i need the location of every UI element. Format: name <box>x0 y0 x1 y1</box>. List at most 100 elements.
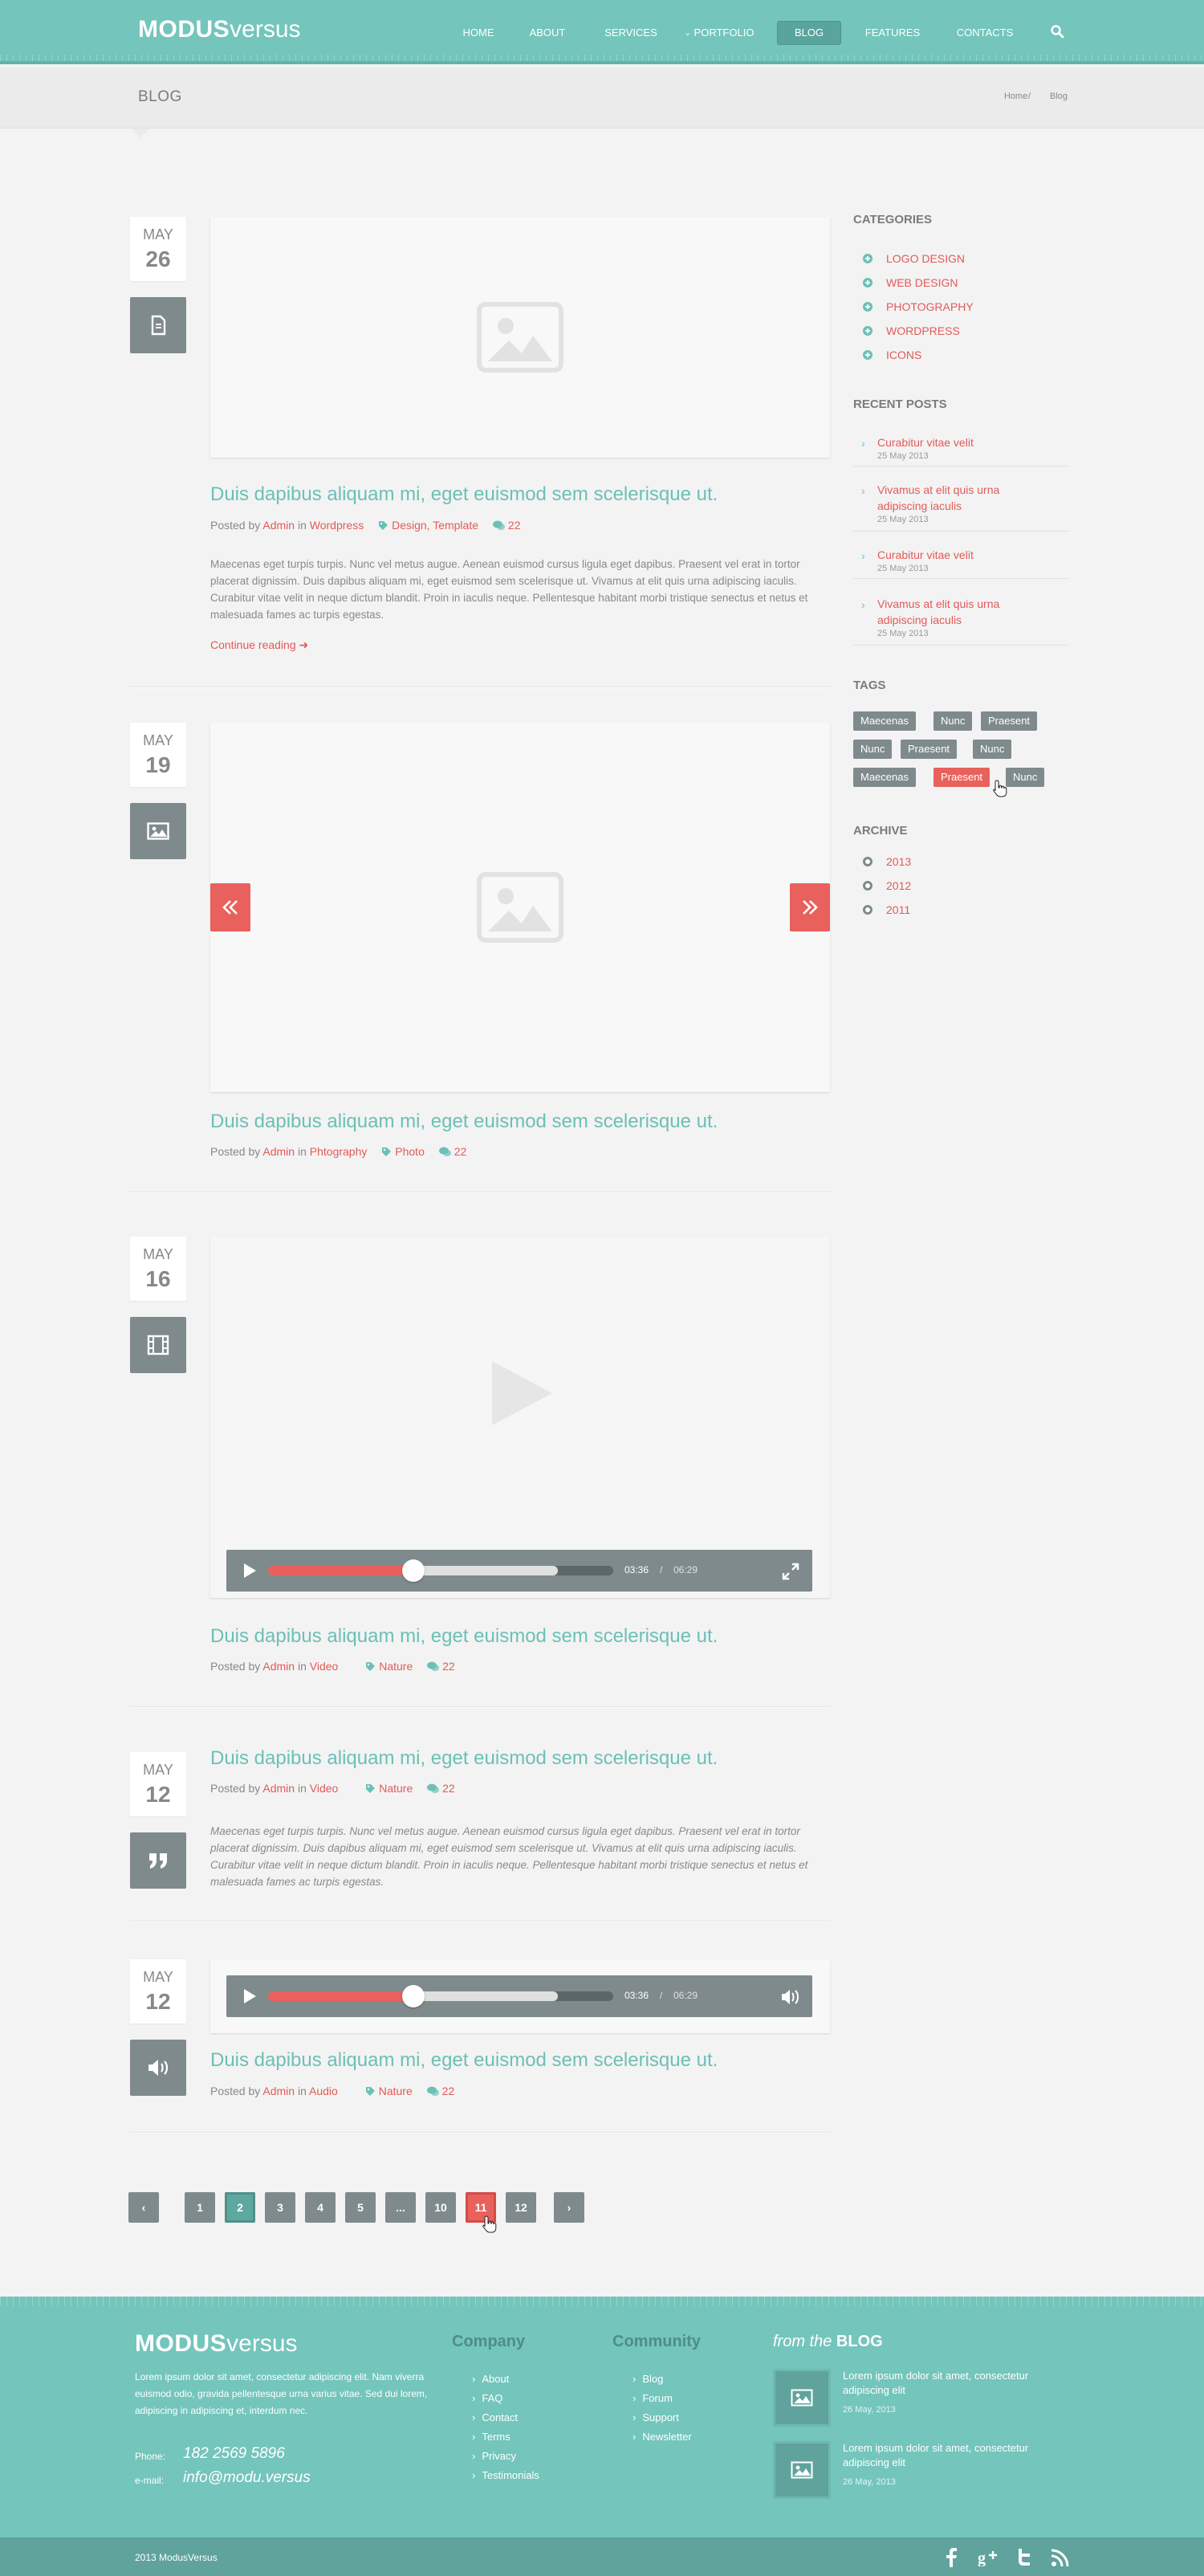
video-progress-bar[interactable] <box>268 1559 613 1582</box>
post-comments-link[interactable]: 22 <box>508 519 521 532</box>
fullscreen-icon[interactable] <box>782 1563 799 1580</box>
nav-contacts[interactable]: CONTACTS <box>950 21 1019 45</box>
post-title[interactable]: Duis dapibus aliquam mi, eget euismod se… <box>210 483 718 507</box>
tag-button[interactable]: Maecenas <box>853 711 916 731</box>
pagination-prev-button[interactable]: ‹ <box>128 2192 159 2223</box>
progress-handle[interactable] <box>401 1559 425 1582</box>
blog-thumbnail[interactable] <box>773 2441 831 2499</box>
footer-link[interactable]: Newsletter <box>633 2431 691 2443</box>
footer-link[interactable]: FAQ <box>472 2392 502 2404</box>
category-link[interactable]: PHOTOGRAPHY <box>863 300 974 314</box>
tag-button[interactable]: Nunc <box>853 740 893 759</box>
search-icon[interactable] <box>1050 24 1064 39</box>
tag-button[interactable]: Nunc <box>1006 768 1045 787</box>
nav-blog[interactable]: BLOG <box>777 21 841 45</box>
tag-button[interactable]: Nunc <box>934 711 973 731</box>
nav-home[interactable]: HOME <box>454 21 502 45</box>
post-tags-link[interactable]: Nature <box>379 1660 413 1673</box>
post-tags-link[interactable]: Nature <box>379 1782 413 1795</box>
page-10-button[interactable]: 10 <box>425 2192 456 2223</box>
recent-post-link[interactable]: Vivamus at elit quis urna adipiscing iac… <box>877 596 1038 628</box>
play-icon[interactable] <box>242 1563 257 1579</box>
post-category-link[interactable]: Wordpress <box>310 519 364 532</box>
post-title[interactable]: Duis dapibus aliquam mi, eget euismod se… <box>210 1747 718 1771</box>
recent-post-link[interactable]: Curabitur vitae velit <box>877 547 1070 563</box>
post-image[interactable] <box>210 217 830 458</box>
post-category-link[interactable]: Video <box>310 1782 339 1795</box>
category-link[interactable]: ICONS <box>863 348 921 362</box>
tag-button[interactable]: Praesent <box>981 711 1038 731</box>
pagination-next-button[interactable]: › <box>554 2192 584 2223</box>
post-category-link[interactable]: Video <box>310 1660 339 1673</box>
recent-post-item[interactable]: › Vivamus at elit quis urna adipiscing ia… <box>853 596 1070 646</box>
continue-reading-link[interactable]: Continue reading ➜ <box>210 638 308 652</box>
post-author-link[interactable]: Admin <box>262 1660 295 1673</box>
nav-features[interactable]: FEATURES <box>859 21 926 45</box>
page-12-button[interactable]: 12 <box>506 2192 536 2223</box>
play-icon[interactable] <box>242 1988 257 2004</box>
volume-icon[interactable] <box>780 1988 799 2006</box>
nav-portfolio[interactable]: PORTFOLIO <box>692 21 756 45</box>
footer-link[interactable]: Blog <box>633 2373 663 2385</box>
archive-link[interactable]: 2013 <box>863 854 911 869</box>
page-5-button[interactable]: 5 <box>345 2192 376 2223</box>
audio-progress-bar[interactable] <box>268 1985 613 2007</box>
footer-blog-post-link[interactable]: Lorem ipsum dolor sit amet, consectetur … <box>843 2369 1051 2398</box>
rss-icon[interactable] <box>1051 2549 1069 2566</box>
post-comments-link[interactable]: 22 <box>442 1782 455 1795</box>
tag-button[interactable]: Praesent <box>901 740 958 759</box>
post-comments-link[interactable]: 22 <box>442 2085 455 2097</box>
play-overlay-icon[interactable] <box>484 1357 556 1429</box>
footer-link[interactable]: Testimonials <box>472 2469 539 2481</box>
category-link[interactable]: LOGO DESIGN <box>863 251 965 266</box>
facebook-icon[interactable] <box>946 2548 957 2567</box>
footer-logo[interactable]: MODUSversus <box>135 2332 298 2356</box>
progress-handle[interactable] <box>401 1985 425 2007</box>
post-author-link[interactable]: Admin <box>262 519 295 532</box>
footer-link[interactable]: Contact <box>472 2411 518 2423</box>
post-tags-link[interactable]: Photo <box>395 1145 425 1158</box>
category-link[interactable]: WEB DESIGN <box>863 275 958 290</box>
archive-link[interactable]: 2011 <box>863 903 910 917</box>
footer-link[interactable]: About <box>472 2373 509 2385</box>
video-player[interactable] <box>210 1237 830 1598</box>
post-author-link[interactable]: Admin <box>262 1782 295 1795</box>
archive-link[interactable]: 2012 <box>863 878 911 893</box>
category-link[interactable]: WORDPRESS <box>863 324 960 338</box>
post-category-link[interactable]: Phtography <box>310 1145 368 1158</box>
page-3-button[interactable]: 3 <box>265 2192 295 2223</box>
footer-blog-post-link[interactable]: Lorem ipsum dolor sit amet, consectetur … <box>843 2441 1051 2470</box>
footer-link[interactable]: Support <box>633 2411 679 2423</box>
slider-next-button[interactable] <box>790 883 830 931</box>
recent-post-link[interactable]: Vivamus at elit quis urna adipiscing iac… <box>877 482 1038 514</box>
recent-post-item[interactable]: › Curabitur vitae velit 25 May 2013 <box>853 547 1070 579</box>
gallery-slider[interactable] <box>210 723 830 1092</box>
post-title[interactable]: Duis dapibus aliquam mi, eget euismod se… <box>210 1624 718 1649</box>
page-2-button[interactable]: 2 <box>225 2192 255 2223</box>
post-author-link[interactable]: Admin <box>262 2085 295 2097</box>
footer-link[interactable]: Privacy <box>472 2450 516 2462</box>
tag-button[interactable]: Maecenas <box>853 768 916 787</box>
recent-post-item[interactable]: › Curabitur vitae velit 25 May 2013 <box>853 434 1070 467</box>
footer-link[interactable]: Terms <box>472 2431 510 2443</box>
slider-prev-button[interactable] <box>210 883 250 931</box>
tag-button[interactable]: Praesent <box>934 768 990 787</box>
email-link[interactable]: info@modu.versus <box>183 2469 311 2487</box>
recent-post-link[interactable]: Curabitur vitae velit <box>877 434 1070 450</box>
google-plus-icon[interactable]: g <box>978 2549 999 2566</box>
post-tags-link[interactable]: Design, Template <box>392 519 478 532</box>
post-tags-link[interactable]: Nature <box>379 2085 413 2097</box>
nav-about[interactable]: ABOUT <box>523 21 571 45</box>
post-author-link[interactable]: Admin <box>262 1145 295 1158</box>
nav-services[interactable]: SERVICES <box>600 21 661 45</box>
post-category-link[interactable]: Audio <box>309 2085 338 2097</box>
post-title[interactable]: Duis dapibus aliquam mi, eget euismod se… <box>210 2048 718 2073</box>
page-1-button[interactable]: 1 <box>185 2192 215 2223</box>
post-title[interactable]: Duis dapibus aliquam mi, eget euismod se… <box>210 1110 718 1134</box>
blog-thumbnail[interactable] <box>773 2369 831 2427</box>
site-logo[interactable]: MODUSversus <box>138 18 301 42</box>
footer-link[interactable]: Forum <box>633 2392 673 2404</box>
post-comments-link[interactable]: 22 <box>442 1660 455 1673</box>
page-4-button[interactable]: 4 <box>305 2192 336 2223</box>
tag-button[interactable]: Nunc <box>973 740 1012 759</box>
